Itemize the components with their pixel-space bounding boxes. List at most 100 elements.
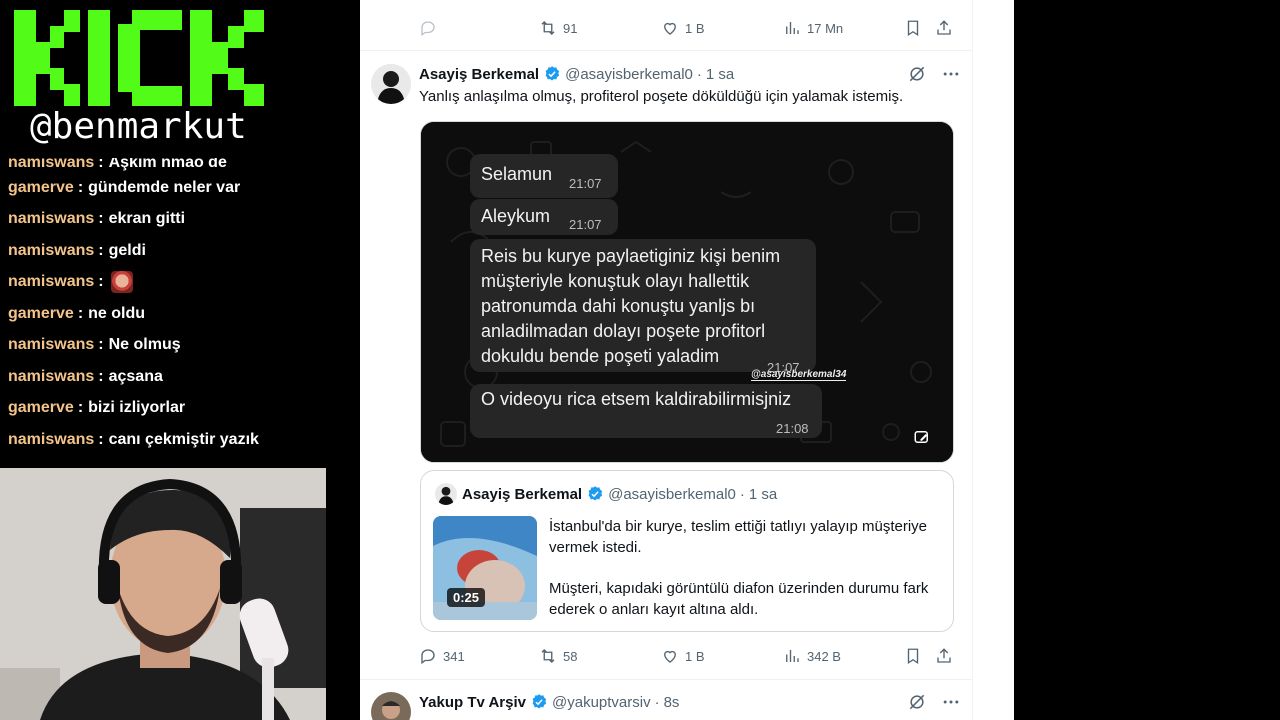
avatar-image [371, 692, 411, 720]
chat-message: gamerve: bizi izliyorlar [8, 399, 186, 417]
tweet-text: Yanlış anlaşılma olmuş, profiterol poşet… [419, 88, 904, 105]
chat-username: namiswans [8, 430, 95, 448]
analytics-icon [786, 22, 799, 34]
bookmark-icon [907, 648, 919, 665]
chat-username: namiswans [8, 336, 95, 354]
chat-text: bizi izliyorlar [88, 399, 186, 417]
share-icon [937, 20, 951, 35]
like-button[interactable]: 1 B [661, 13, 705, 43]
more-options-icon[interactable] [941, 692, 961, 712]
avatar[interactable] [371, 692, 411, 720]
retweet-count: 91 [563, 20, 578, 36]
like-count: 1 B [685, 648, 705, 664]
chat-username: gamerve [8, 178, 74, 196]
chat-message: namiswans: canı çekmiştir yazık [8, 430, 259, 448]
chat-bubble-text: Selamun [481, 164, 553, 184]
bookmark-button[interactable] [904, 641, 922, 671]
chat-text: ne oldu [88, 304, 146, 322]
reply-icon [421, 649, 435, 665]
verified-badge-icon [545, 66, 560, 81]
share-button[interactable] [935, 641, 953, 671]
quoted-tweet-time: 1 sa [748, 485, 778, 503]
watermark-text: @asayisberkemal34 [751, 369, 847, 381]
twitter-feed[interactable]: 91 1 B 17 Mn Asayiş Berkemal @asayisberk… [360, 0, 972, 720]
chat-username: gamerve [8, 399, 74, 417]
chat-bubble-text: O videoyu rica etsem kaldirabilirmisjniz [481, 389, 792, 409]
quoted-avatar [435, 483, 457, 505]
feed-right-margin [972, 0, 1014, 720]
chat-username: namiswans [8, 273, 95, 291]
view-count: 17 Mn [807, 20, 844, 36]
separator-dot: · [739, 485, 745, 503]
tweet-top-controls [907, 692, 961, 712]
share-button[interactable] [935, 13, 953, 43]
reply-count: 341 [443, 648, 465, 664]
chat-bubble: Aleykum 21:07 [470, 199, 618, 235]
retweet-icon [541, 649, 555, 663]
avatar-image [371, 64, 411, 104]
views-button[interactable]: 17 Mn [783, 13, 843, 43]
heart-icon [664, 650, 676, 663]
grok-icon[interactable] [907, 692, 927, 712]
chat-username: namiswans [8, 210, 95, 228]
chat-emote-icon [110, 271, 133, 294]
chat-text: Ne olmuş [108, 336, 181, 354]
bookmark-button[interactable] [904, 13, 922, 43]
streamer-webcam-image [0, 468, 326, 720]
verified-badge-icon [588, 486, 603, 501]
tweet-action-bar: 341 58 1 B 342 B [360, 641, 972, 671]
tweet-time[interactable]: 8s [664, 694, 680, 711]
retweet-button[interactable]: 91 [539, 13, 577, 43]
chat-bubble-time: 21:08 [776, 421, 809, 436]
tweet-time[interactable]: 1 sa [706, 66, 734, 83]
chat-bubble: Reis bu kurye paylaetiginiz kişi benim m… [470, 239, 816, 375]
share-icon [937, 648, 951, 663]
edit-image-icon[interactable] [913, 428, 931, 446]
reply-button[interactable]: 341 [419, 641, 465, 671]
tweet-header: Yakup Tv Arşiv @yakuptvarsiv · 8s [419, 693, 679, 711]
chat-username: namiswans [8, 367, 95, 385]
quoted-header: Asayiş Berkemal @asayisberkemal0 · 1 sa [462, 485, 777, 503]
reply-icon [421, 21, 435, 37]
chat-message: namiswans: Aşkım nmao de [8, 158, 358, 172]
retweet-count: 58 [563, 648, 578, 664]
chat-bubble-text: Reis bu kurye paylaetiginiz kişi benim m… [481, 246, 781, 366]
quoted-text-paragraph: Müşteri, kapıdaki görüntülü diafon üzeri… [549, 580, 929, 618]
chat-message: namiswans: Ne olmuş [8, 336, 181, 354]
tweet-media-image[interactable]: Selamun 21:07 Aleykum 21:07 Reis bu kury… [420, 121, 954, 463]
tweet-divider [360, 50, 972, 51]
avatar-image [435, 483, 457, 505]
like-button[interactable]: 1 B [661, 641, 705, 671]
chat-message: namiswans: geldi [8, 241, 146, 259]
retweet-button[interactable]: 58 [539, 641, 577, 671]
author-name[interactable]: Yakup Tv Arşiv [419, 694, 526, 711]
chat-message: gamerve: gündemde neler var [8, 178, 241, 196]
quoted-video-thumbnail[interactable]: 0:25 [433, 516, 537, 620]
chat-feed: namiswans: Aşkım nmao de gamerve: gündemde… [8, 158, 358, 468]
like-count: 1 B [685, 20, 705, 36]
views-button[interactable]: 342 B [783, 641, 841, 671]
chat-username: gamerve [8, 304, 74, 322]
tweet-top-controls [907, 64, 961, 84]
streamer-handle: @benmarkut [30, 106, 247, 147]
bookmark-icon [907, 20, 919, 37]
chat-bubble-time: 21:07 [569, 217, 602, 232]
chat-text: geldi [108, 241, 146, 259]
grok-icon[interactable] [907, 64, 927, 84]
author-name[interactable]: Asayiş Berkemal [419, 66, 539, 83]
quoted-tweet[interactable]: Asayiş Berkemal @asayisberkemal0 · 1 sa … [420, 470, 954, 632]
chat-message: namiswans: açsana [8, 367, 163, 385]
chat-text: canı çekmiştir yazık [108, 430, 259, 448]
chat-message: namiswans: ekran gitti [8, 210, 186, 228]
chat-username: namiswans [8, 241, 95, 259]
heart-icon [664, 22, 676, 35]
chat-text: ekran gitti [108, 210, 186, 228]
verified-badge-icon [532, 694, 547, 709]
reply-button[interactable] [419, 13, 443, 43]
avatar[interactable] [371, 64, 411, 104]
author-handle[interactable]: @asayisberkemal0 [565, 66, 693, 83]
more-options-icon[interactable] [941, 64, 961, 84]
author-handle[interactable]: @yakuptvarsiv [552, 694, 651, 711]
chat-message: namiswans: [8, 267, 358, 299]
chat-username: namiswans [8, 158, 95, 171]
